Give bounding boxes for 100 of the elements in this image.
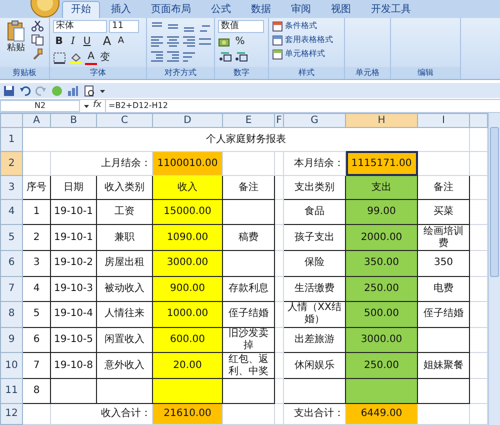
increase-indent-icon[interactable] bbox=[166, 50, 180, 63]
cell-style-icon bbox=[272, 48, 283, 60]
conditional-format-icon bbox=[272, 20, 283, 32]
grow-font-button[interactable]: A bbox=[101, 35, 113, 48]
table-cell: 稿费 bbox=[222, 224, 274, 251]
table-cell: 日期 bbox=[50, 176, 96, 200]
table-cell: 1090.00 bbox=[152, 224, 222, 251]
style-button[interactable]: 单元格样式 bbox=[272, 48, 333, 60]
decrease-indent-icon[interactable] bbox=[150, 50, 164, 63]
brush-icon[interactable] bbox=[31, 48, 44, 60]
save-icon[interactable] bbox=[3, 84, 15, 96]
column-header[interactable]: D bbox=[152, 114, 222, 128]
table-cell: 19-10-5 bbox=[50, 327, 96, 353]
ribbon-tab[interactable]: 开始 bbox=[62, 1, 100, 18]
row-header[interactable]: 12 bbox=[0, 404, 22, 424]
shrink-font-button[interactable]: A bbox=[115, 35, 127, 48]
table-cell: 5 bbox=[22, 302, 50, 328]
border-icon[interactable] bbox=[53, 52, 67, 64]
table-cell: 支出 bbox=[346, 176, 418, 200]
bold-button[interactable]: B bbox=[53, 35, 65, 48]
decrease-decimal-icon[interactable] bbox=[234, 50, 248, 62]
percent-button[interactable]: % bbox=[234, 35, 246, 48]
row-header[interactable]: 5 bbox=[0, 224, 22, 251]
table-cell: 1000.00 bbox=[152, 302, 222, 328]
name-box[interactable]: N2 bbox=[0, 100, 80, 112]
ribbon-tab[interactable]: 数据 bbox=[242, 1, 280, 18]
align-left-icon[interactable] bbox=[150, 35, 164, 48]
column-header[interactable]: B bbox=[50, 114, 96, 128]
group-label: 样式 bbox=[269, 67, 344, 79]
scissors-icon[interactable] bbox=[31, 20, 44, 32]
table-cell: 侄子结婚 bbox=[418, 302, 470, 328]
row-header[interactable]: 10 bbox=[0, 352, 22, 378]
column-header[interactable]: I bbox=[418, 114, 470, 128]
table-cell: 1 bbox=[22, 199, 50, 225]
fill-color-icon[interactable] bbox=[69, 52, 83, 64]
style-button[interactable]: 条件格式 bbox=[272, 20, 333, 32]
table-format-icon bbox=[272, 34, 283, 46]
undo-icon[interactable] bbox=[19, 84, 31, 96]
row-header[interactable]: 6 bbox=[0, 250, 22, 276]
ribbon-tab[interactable]: 插入 bbox=[102, 1, 140, 18]
table-cell: 电费 bbox=[418, 276, 470, 302]
ribbon-tab[interactable]: 开发工具 bbox=[362, 1, 420, 18]
table-cell: 3000.00 bbox=[346, 327, 418, 353]
copy-icon[interactable] bbox=[31, 34, 44, 46]
ribbon-tab[interactable]: 公式 bbox=[202, 1, 240, 18]
currency-icon[interactable] bbox=[218, 36, 232, 48]
paste-button[interactable]: 粘贴 bbox=[3, 20, 29, 65]
number-format-field[interactable]: 数值 bbox=[218, 20, 264, 33]
table-cell: 序号 bbox=[22, 176, 50, 200]
increase-decimal-icon[interactable] bbox=[218, 50, 232, 62]
column-header[interactable]: H bbox=[346, 114, 418, 128]
wrap-text-icon[interactable] bbox=[182, 50, 196, 63]
table-cell: 500.00 bbox=[346, 302, 418, 328]
row-header[interactable]: 8 bbox=[0, 302, 22, 328]
column-header[interactable]: A bbox=[22, 114, 50, 128]
underline-button[interactable]: U bbox=[81, 35, 93, 48]
align-center-icon[interactable] bbox=[166, 35, 180, 48]
row-header[interactable]: 7 bbox=[0, 276, 22, 302]
style-button[interactable]: 套用表格格式 bbox=[272, 34, 333, 46]
table-cell: 2 bbox=[22, 224, 50, 251]
row-header[interactable]: 4 bbox=[0, 199, 22, 225]
phonetic-button[interactable]: 变 bbox=[99, 51, 111, 64]
column-header[interactable]: E bbox=[222, 114, 274, 128]
table-cell: 姐妹聚餐 bbox=[418, 352, 470, 378]
table-cell: 19-10-1 bbox=[50, 224, 96, 251]
scroll-thumb[interactable] bbox=[490, 127, 499, 277]
table-cell: 1100010.00 bbox=[152, 151, 222, 176]
row-header[interactable]: 9 bbox=[0, 327, 22, 353]
column-header[interactable]: G bbox=[284, 114, 346, 128]
table-cell: 19-10-1 bbox=[50, 199, 96, 225]
align-right-icon[interactable] bbox=[182, 35, 196, 48]
font-color-button[interactable]: A bbox=[85, 50, 97, 65]
row-header[interactable]: 1 bbox=[0, 128, 22, 152]
table-cell: 6 bbox=[22, 327, 50, 353]
table-cell: 收入 bbox=[152, 176, 222, 200]
ribbon-tab[interactable]: 审阅 bbox=[282, 1, 320, 18]
vertical-scrollbar[interactable] bbox=[488, 113, 500, 425]
group-label: 编辑 bbox=[391, 67, 460, 79]
table-cell: 99.00 bbox=[346, 199, 418, 225]
table-cell: 21610.00 bbox=[152, 404, 222, 424]
table-cell: 存款利息 bbox=[222, 276, 274, 302]
table-cell: 900.00 bbox=[152, 276, 222, 302]
row-header[interactable]: 3 bbox=[0, 176, 22, 200]
insert-function-button[interactable]: fx bbox=[93, 99, 102, 113]
row-header[interactable]: 2 bbox=[0, 151, 22, 176]
font-name-field[interactable]: 宋体 bbox=[53, 20, 107, 33]
table-cell: 侄子结婚 bbox=[222, 302, 274, 328]
italic-button[interactable]: I bbox=[67, 35, 79, 48]
ribbon-tab[interactable]: 视图 bbox=[322, 1, 360, 18]
print-preview-icon[interactable] bbox=[83, 84, 95, 96]
table-cell: 买菜 bbox=[418, 199, 470, 225]
group-label: 剪贴板 bbox=[0, 67, 49, 79]
font-size-field[interactable]: 11 bbox=[109, 20, 139, 33]
formula-field[interactable]: =B2+D12-H12 bbox=[104, 100, 500, 112]
column-header[interactable]: C bbox=[96, 114, 152, 128]
table-cell: 2000.00 bbox=[346, 224, 418, 251]
chart-icon[interactable] bbox=[67, 84, 79, 96]
table-cell: 350 bbox=[418, 250, 470, 276]
row-header[interactable]: 11 bbox=[0, 378, 22, 404]
ribbon-tab[interactable]: 页面布局 bbox=[142, 1, 200, 18]
